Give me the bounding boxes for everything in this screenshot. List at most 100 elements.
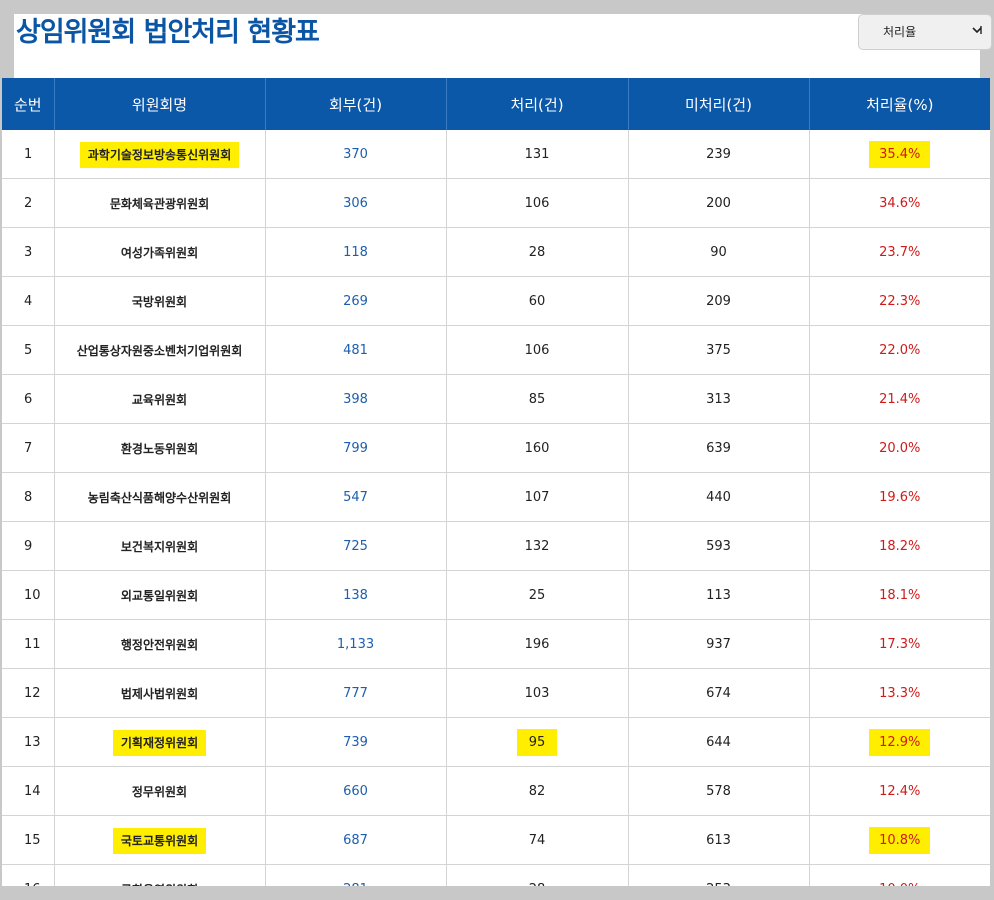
header-referred[interactable]: 회부(건) <box>265 78 447 130</box>
committee-name: 과학기술정보방송통신위원회 <box>79 141 240 168</box>
cell-committee: 과학기술정보방송통신위원회 <box>54 130 266 179</box>
cell-processed: 28 <box>446 227 629 277</box>
table-header-row: 순번 위원회명 회부(건) 처리(건) 미처리(건) 처리율(%) <box>2 78 990 130</box>
rate-value: 23.7% <box>879 244 921 260</box>
table-row: 11 행정안전위원회 1,133 196 937 17.3% <box>2 619 990 669</box>
rate-value: 18.1% <box>879 587 921 603</box>
cell-committee: 보건복지위원회 <box>54 521 266 571</box>
cell-committee: 행정안전위원회 <box>54 619 266 669</box>
cell-rate: 21.4% <box>809 374 990 424</box>
cell-rate: 34.6% <box>809 178 990 228</box>
cell-no: 2 <box>2 178 55 228</box>
processed-value: 60 <box>528 293 546 309</box>
committee-name: 교육위원회 <box>131 392 188 407</box>
cell-committee: 여성가족위원회 <box>54 227 266 277</box>
table-row: 5 산업통상자원중소벤처기업위원회 481 106 375 22.0% <box>2 325 990 375</box>
cell-unprocessed: 313 <box>628 374 810 424</box>
header-rate[interactable]: 처리율(%) <box>809 78 990 130</box>
cell-referred: 777 <box>265 668 447 718</box>
table-row: 7 환경노동위원회 799 160 639 20.0% <box>2 423 990 473</box>
table-row: 15 국토교통위원회 687 74 613 10.8% <box>2 815 990 865</box>
cell-referred: 118 <box>265 227 447 277</box>
cell-committee: 법제사법위원회 <box>54 668 266 718</box>
table-row: 6 교육위원회 398 85 313 21.4% <box>2 374 990 424</box>
committee-bill-table: 순번 위원회명 회부(건) 처리(건) 미처리(건) 처리율(%) 1 과학기술정… <box>2 78 990 900</box>
processed-value: 28 <box>528 244 546 260</box>
cell-referred: 660 <box>265 766 447 816</box>
processed-value: 107 <box>524 489 550 505</box>
table-row: 2 문화체육관광위원회 306 106 200 34.6% <box>2 178 990 228</box>
rate-value: 22.3% <box>879 293 921 309</box>
rate-value: 19.6% <box>879 489 921 505</box>
header-unprocessed[interactable]: 미처리(건) <box>628 78 810 130</box>
cell-processed: 106 <box>446 178 629 228</box>
rate-value: 22.0% <box>879 342 921 358</box>
chevron-down-icon <box>972 26 982 34</box>
cell-unprocessed: 593 <box>628 521 810 571</box>
cell-rate: 12.4% <box>809 766 990 816</box>
cell-rate: 18.1% <box>809 570 990 620</box>
cell-unprocessed: 375 <box>628 325 810 375</box>
cell-rate: 13.3% <box>809 668 990 718</box>
cell-referred: 481 <box>265 325 447 375</box>
cell-processed: 160 <box>446 423 629 473</box>
committee-name: 문화체육관광위원회 <box>109 196 210 211</box>
processed-value: 106 <box>524 342 550 358</box>
cell-no: 11 <box>2 619 55 669</box>
cell-referred: 1,133 <box>265 619 447 669</box>
header-committee[interactable]: 위원회명 <box>54 78 266 130</box>
cell-no: 10 <box>2 570 55 620</box>
bottom-frame <box>0 886 994 900</box>
cell-committee: 농림축산식품해양수산위원회 <box>54 472 266 522</box>
rate-value: 10.8% <box>869 826 931 854</box>
table-row: 1 과학기술정보방송통신위원회 370 131 239 35.4% <box>2 130 990 179</box>
committee-name: 환경노동위원회 <box>120 441 199 456</box>
cell-processed: 106 <box>446 325 629 375</box>
committee-name: 외교통일위원회 <box>120 588 199 603</box>
table-row: 4 국방위원회 269 60 209 22.3% <box>2 276 990 326</box>
rate-value: 20.0% <box>879 440 921 456</box>
cell-processed: 196 <box>446 619 629 669</box>
cell-unprocessed: 937 <box>628 619 810 669</box>
table-body: 1 과학기술정보방송통신위원회 370 131 239 35.4% 2 문화체육관광위원회 30… <box>2 130 990 900</box>
sort-dropdown[interactable]: 처리율 <box>858 14 992 50</box>
cell-rate: 18.2% <box>809 521 990 571</box>
cell-no: 3 <box>2 227 55 277</box>
cell-committee: 산업통상자원중소벤처기업위원회 <box>54 325 266 375</box>
processed-value: 25 <box>528 587 546 603</box>
rate-value: 18.2% <box>879 538 921 554</box>
committee-name: 기획재정위원회 <box>112 729 207 756</box>
committee-name: 국토교통위원회 <box>112 827 207 854</box>
header-processed[interactable]: 처리(건) <box>446 78 629 130</box>
table-row: 13 기획재정위원회 739 95 644 12.9% <box>2 717 990 767</box>
cell-referred: 687 <box>265 815 447 865</box>
table-row: 8 농림축산식품해양수산위원회 547 107 440 19.6% <box>2 472 990 522</box>
sort-dropdown-value: 처리율 <box>883 25 917 39</box>
cell-processed: 85 <box>446 374 629 424</box>
processed-value: 131 <box>524 146 550 162</box>
cell-referred: 547 <box>265 472 447 522</box>
processed-value: 74 <box>528 832 546 848</box>
committee-name: 법제사법위원회 <box>120 686 199 701</box>
cell-no: 14 <box>2 766 55 816</box>
cell-unprocessed: 113 <box>628 570 810 620</box>
rate-value: 13.3% <box>879 685 921 701</box>
cell-rate: 19.6% <box>809 472 990 522</box>
cell-referred: 799 <box>265 423 447 473</box>
cell-no: 7 <box>2 423 55 473</box>
cell-processed: 60 <box>446 276 629 326</box>
committee-name: 행정안전위원회 <box>120 637 199 652</box>
cell-rate: 17.3% <box>809 619 990 669</box>
cell-no: 6 <box>2 374 55 424</box>
cell-unprocessed: 90 <box>628 227 810 277</box>
cell-unprocessed: 644 <box>628 717 810 767</box>
cell-rate: 12.9% <box>809 717 990 767</box>
cell-processed: 95 <box>446 717 629 767</box>
cell-unprocessed: 639 <box>628 423 810 473</box>
cell-processed: 132 <box>446 521 629 571</box>
header-no[interactable]: 순번 <box>2 78 55 130</box>
rate-value: 35.4% <box>869 140 931 168</box>
processed-value: 95 <box>516 728 558 756</box>
committee-name: 국방위원회 <box>131 294 188 309</box>
cell-no: 1 <box>2 130 55 179</box>
